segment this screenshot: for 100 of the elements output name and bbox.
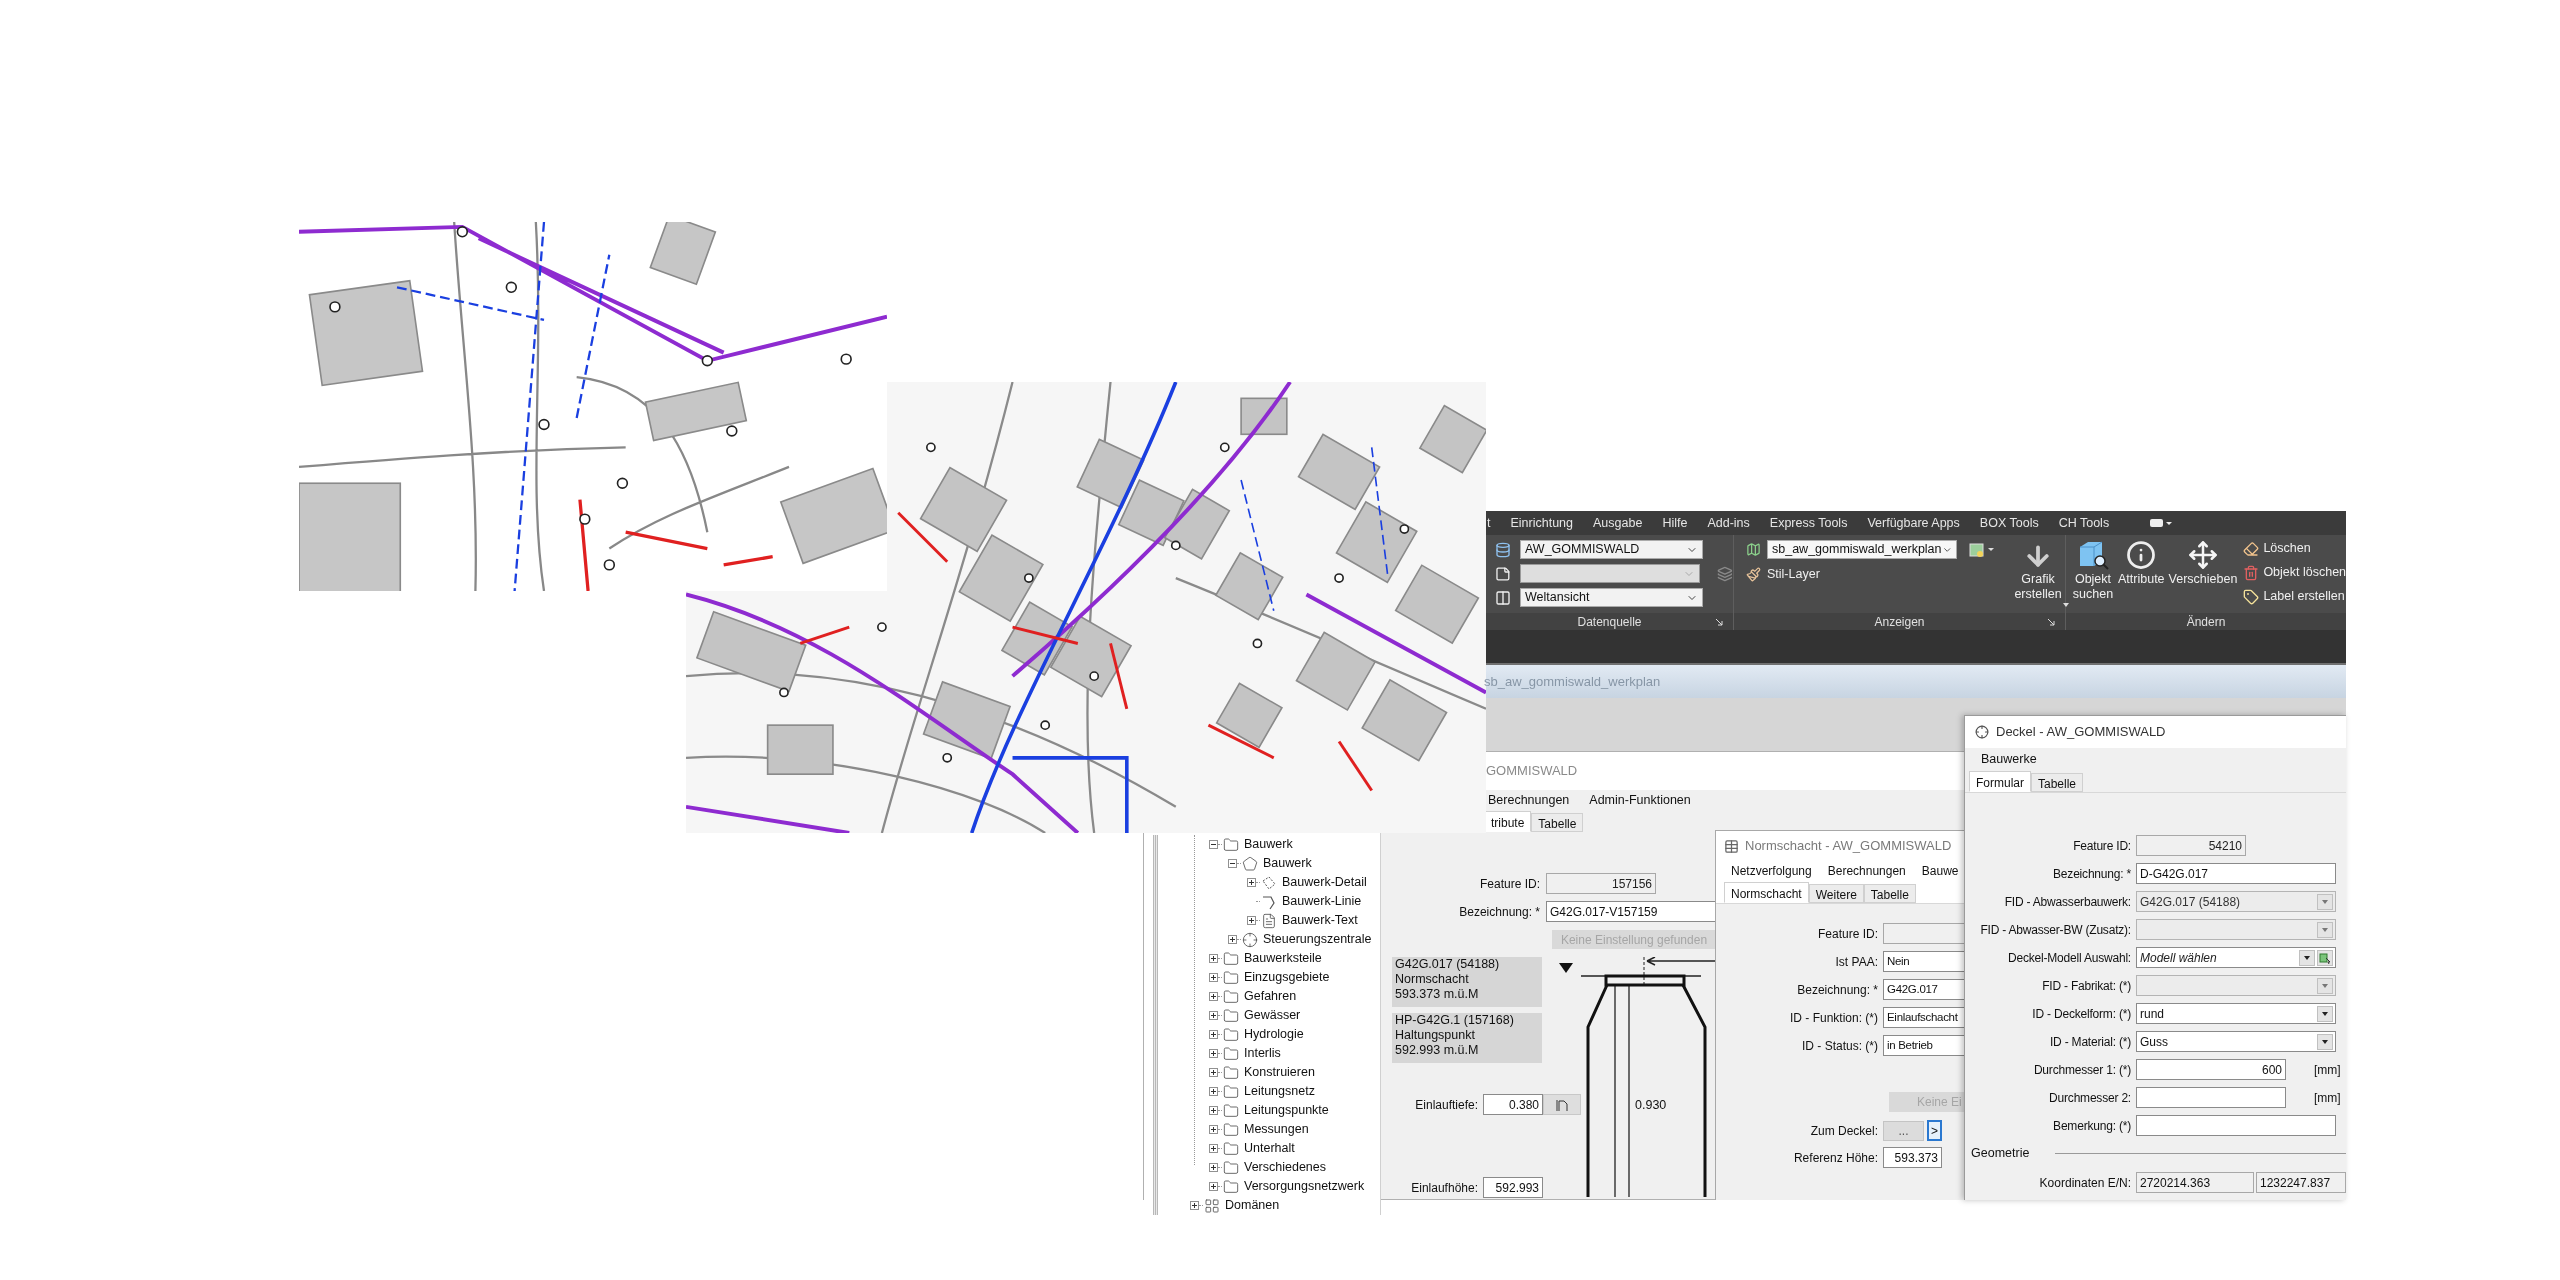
copy-button[interactable] <box>1543 1094 1581 1115</box>
menu-item[interactable]: Add-ins <box>1707 513 1750 533</box>
menu-item[interactable]: Netzverfolgung <box>1731 862 1812 880</box>
browse-button[interactable]: ... <box>1883 1120 1924 1141</box>
expand-toggle[interactable] <box>1209 1106 1218 1115</box>
ribbon-button[interactable]: Verschieben <box>2168 538 2238 613</box>
dropdown-button[interactable] <box>2299 949 2315 966</box>
layers-icon[interactable] <box>1717 565 1733 582</box>
expand-toggle[interactable] <box>1209 1011 1218 1020</box>
menu-item[interactable]: Berechnungen <box>1827 862 1906 880</box>
tree-item[interactable]: Konstruieren <box>1244 1063 1315 1082</box>
display-toggle-icon[interactable] <box>2149 518 2174 528</box>
expand-toggle[interactable] <box>1209 1068 1218 1077</box>
expand-toggle[interactable] <box>1209 1125 1218 1134</box>
model-input[interactable]: Modell wählen <box>2140 948 2299 967</box>
menu-item[interactable]: BOX Tools <box>1979 513 2039 533</box>
ribbon-button[interactable]: Löschen <box>2243 538 2347 559</box>
menu-item[interactable]: CH Tools <box>2058 513 2110 533</box>
expand-toggle[interactable] <box>1228 935 1237 944</box>
input-field[interactable]: Einlaufschacht <box>1883 1007 1967 1028</box>
expand-toggle[interactable] <box>1247 878 1256 887</box>
readonly-field[interactable]: 1232247.837 <box>2256 1172 2346 1193</box>
layer-style-icon[interactable] <box>1969 541 1995 558</box>
expand-toggle[interactable] <box>1209 1049 1218 1058</box>
tree-item[interactable]: Gefahren <box>1244 987 1297 1006</box>
dropdown-field[interactable]: rund <box>2136 1003 2336 1024</box>
input-field[interactable] <box>2136 1087 2286 1108</box>
input-field[interactable] <box>2136 1115 2336 1136</box>
input-field[interactable]: in Betrieb <box>1883 1035 1967 1056</box>
tree-item[interactable]: Bauwerk-Linie <box>1282 892 1362 911</box>
expand-toggle[interactable] <box>1209 973 1218 982</box>
tab[interactable]: Tabelle <box>1531 813 1584 832</box>
dialog-launcher-icon[interactable] <box>2047 618 2055 626</box>
tab[interactable]: Tabelle <box>1863 884 1916 903</box>
expand-toggle[interactable] <box>1209 992 1218 1001</box>
expand-toggle[interactable] <box>1209 954 1218 963</box>
menu-item[interactable]: Hilfe <box>1662 513 1688 533</box>
tree-item[interactable]: Verschiedenes <box>1244 1158 1326 1177</box>
tree-item[interactable]: Unterhalt <box>1244 1139 1295 1158</box>
menu-item[interactable]: t <box>1487 513 1491 533</box>
tree-item[interactable]: Messungen <box>1244 1120 1309 1139</box>
expand-toggle[interactable] <box>1209 1182 1218 1191</box>
dropdown-field[interactable]: sb_aw_gommiswald_werkplan <box>1767 540 1957 559</box>
menu-item[interactable]: Verfügbare Apps <box>1867 513 1960 533</box>
ribbon-button[interactable]: Objekt löschen <box>2243 562 2347 583</box>
tree-item[interactable]: Bauwerk <box>1263 854 1312 873</box>
tab[interactable]: Formular <box>1969 771 2031 792</box>
tree-item[interactable]: Leitungspunkte <box>1244 1101 1329 1120</box>
menu-item[interactable]: Berechnungen <box>1488 790 1570 810</box>
dialog-launcher-icon[interactable] <box>1715 618 1723 626</box>
dropdown-field[interactable]: AW_GOMMISWALD <box>1520 540 1703 559</box>
dropdown-field[interactable]: Weltansicht <box>1520 588 1703 607</box>
expand-toggle[interactable] <box>1209 1144 1218 1153</box>
dropdown-button[interactable] <box>2317 1005 2333 1022</box>
create-graphic-button[interactable]: Grafik erstellen <box>2011 540 2065 613</box>
tree-item[interactable]: Bauwerk <box>1244 835 1293 854</box>
readonly-field[interactable]: 157156 <box>1546 873 1656 894</box>
tree-item[interactable]: Hydrologie <box>1244 1025 1304 1044</box>
expand-toggle[interactable] <box>1247 916 1256 925</box>
expand-toggle[interactable] <box>1209 1087 1218 1096</box>
menu-item[interactable]: Einrichtung <box>1510 513 1574 533</box>
menu-item[interactable]: Ausgabe <box>1593 513 1643 533</box>
tab[interactable]: tribute <box>1484 811 1532 832</box>
expand-toggle[interactable] <box>1209 1163 1218 1172</box>
input-field[interactable]: Nein <box>1883 951 1967 972</box>
collapse-toggle[interactable] <box>1228 859 1237 868</box>
tree-item[interactable]: Versorgungsnetzwerk <box>1244 1177 1365 1196</box>
tree-item[interactable]: Bauwerksteile <box>1244 949 1322 968</box>
expand-toggle[interactable] <box>1209 1030 1218 1039</box>
tree-item[interactable]: Steuerungszentrale <box>1263 930 1372 949</box>
input-field[interactable]: 592.993 <box>1483 1177 1543 1198</box>
dropdown-field[interactable]: Guss <box>2136 1031 2336 1052</box>
input-field[interactable]: G42G.017 <box>1883 979 1967 1000</box>
expand-toggle[interactable] <box>1190 1201 1199 1210</box>
picker-icon[interactable] <box>2317 949 2333 966</box>
input-field[interactable]: D-G42G.017 <box>2136 863 2336 884</box>
readonly-field[interactable]: 2720214.363 <box>2136 1172 2254 1193</box>
ribbon-button[interactable]: Attribute <box>2118 538 2165 613</box>
readonly-field[interactable]: 54210 <box>2136 835 2246 856</box>
tab[interactable]: Tabelle <box>2031 773 2084 792</box>
ribbon-button[interactable]: Label erstellen <box>2243 586 2347 607</box>
tab[interactable]: Weitere <box>1808 884 1864 903</box>
tree-item[interactable]: Domänen <box>1225 1196 1280 1215</box>
tab[interactable]: Normschacht <box>1724 882 1809 903</box>
dropdown-field[interactable]: Modell wählen <box>2136 947 2336 968</box>
menu-item[interactable]: Bauwe <box>1921 862 1959 880</box>
input-field[interactable]: 0.380 <box>1483 1094 1543 1115</box>
tree-item[interactable]: Bauwerk-Detail <box>1282 873 1367 892</box>
collapse-toggle[interactable] <box>1209 840 1218 849</box>
dropdown-button[interactable] <box>2317 1033 2333 1050</box>
readonly-field[interactable] <box>1883 923 1967 944</box>
tree-item[interactable]: Leitungsnetz <box>1244 1082 1315 1101</box>
tree-item[interactable]: Gewässer <box>1244 1006 1301 1025</box>
input-field[interactable]: 593.373 <box>1883 1147 1942 1168</box>
ribbon-button[interactable]: Objekt suchen <box>2072 538 2114 613</box>
tree-item[interactable]: Einzugsgebiete <box>1244 968 1330 987</box>
menu-item[interactable]: Express Tools <box>1769 513 1848 533</box>
menu-item[interactable]: Admin-Funktionen <box>1589 790 1691 810</box>
tree-item[interactable]: Bauwerk-Text <box>1282 911 1358 930</box>
menu-item[interactable]: Bauwerke <box>1981 749 2037 769</box>
